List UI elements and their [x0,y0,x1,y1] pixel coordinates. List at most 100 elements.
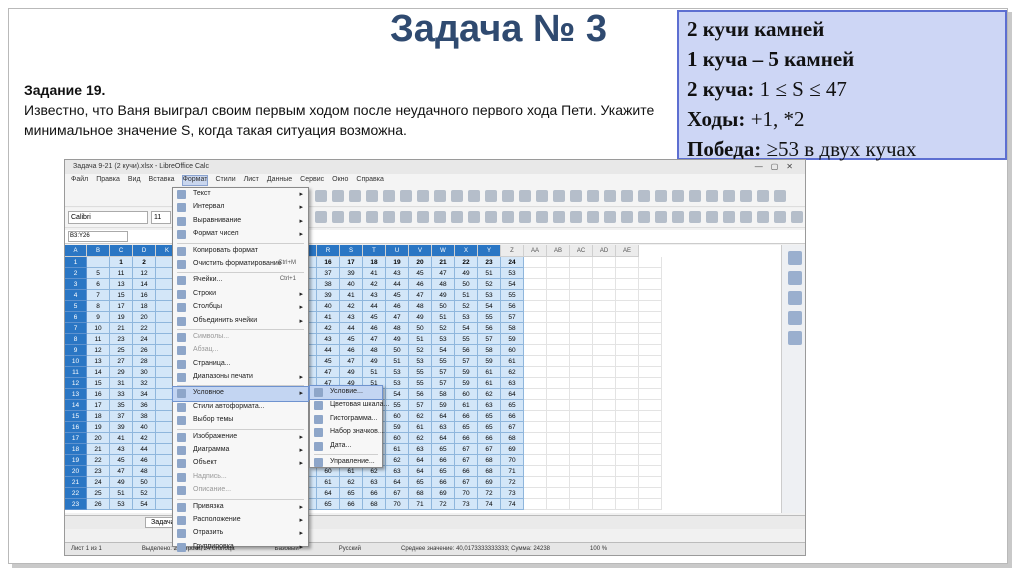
table-cell[interactable]: 24 [87,477,110,488]
table-cell[interactable]: 57 [432,367,455,378]
table-cell[interactable] [570,400,593,411]
table-cell[interactable]: 7 [87,290,110,301]
toolbar-button-icon[interactable] [366,211,378,223]
table-cell[interactable]: 45 [340,334,363,345]
table-cell[interactable]: 50 [432,301,455,312]
table-cell[interactable] [639,488,662,499]
table-cell[interactable]: 53 [501,268,524,279]
table-cell[interactable] [524,389,547,400]
table-cell[interactable] [639,466,662,477]
table-cell[interactable] [616,422,639,433]
table-cell[interactable]: 71 [501,466,524,477]
format-menu-item[interactable]: Описание... [173,484,308,497]
column-header[interactable]: AB [547,245,570,257]
row-header[interactable]: 3 [65,279,87,290]
table-cell[interactable] [616,389,639,400]
table-cell[interactable] [524,411,547,422]
format-menu-item[interactable]: Расположение ▸ [173,514,308,527]
table-cell[interactable] [616,356,639,367]
table-cell[interactable]: 62 [501,367,524,378]
conditional-menu-item[interactable]: Условие... [309,384,383,401]
format-menu-item[interactable]: Абзац... [173,344,308,357]
table-cell[interactable]: 67 [501,422,524,433]
toolbar-button-icon[interactable] [757,190,769,202]
table-cell[interactable]: 6 [87,279,110,290]
table-cell[interactable]: 55 [501,290,524,301]
table-cell[interactable]: 45 [363,312,386,323]
table-cell[interactable]: 48 [386,323,409,334]
table-cell[interactable]: 61 [478,378,501,389]
table-cell[interactable]: 53 [455,312,478,323]
table-cell[interactable] [570,279,593,290]
table-cell[interactable] [593,345,616,356]
toolbar-button-icon[interactable] [570,190,582,202]
table-cell[interactable]: 12 [133,268,156,279]
table-cell[interactable]: 51 [110,488,133,499]
conditional-menu-item[interactable]: Управление... [310,456,382,469]
table-cell[interactable]: 56 [455,345,478,356]
table-cell[interactable]: 27 [110,356,133,367]
table-cell[interactable]: 66 [455,411,478,422]
table-cell[interactable]: 66 [501,411,524,422]
table-cell[interactable]: 15 [87,378,110,389]
table-cell[interactable] [639,301,662,312]
table-cell[interactable]: 47 [110,466,133,477]
toolbar-button-icon[interactable] [723,211,735,223]
table-cell[interactable]: 44 [133,444,156,455]
table-cell[interactable] [593,356,616,367]
menu-9[interactable]: Окно [332,176,348,185]
row-header[interactable]: 14 [65,400,87,411]
table-cell[interactable]: 61 [455,400,478,411]
table-cell[interactable] [570,334,593,345]
table-cell[interactable]: 19 [87,422,110,433]
table-cell[interactable]: 49 [386,334,409,345]
format-menu-item[interactable]: Копировать формат [173,245,308,258]
table-cell[interactable] [616,323,639,334]
table-cell[interactable] [547,400,570,411]
table-cell[interactable]: 43 [386,268,409,279]
format-menu-item[interactable]: Условное ▸ [172,386,309,402]
table-cell[interactable] [570,444,593,455]
column-header[interactable]: T [363,245,386,257]
table-cell[interactable]: 59 [455,378,478,389]
table-cell[interactable] [570,378,593,389]
table-cell[interactable]: 68 [478,455,501,466]
table-cell[interactable] [547,301,570,312]
table-cell[interactable] [570,466,593,477]
table-cell[interactable]: 69 [478,477,501,488]
toolbar-button-icon[interactable] [349,211,361,223]
menu-3[interactable]: Вставка [149,176,175,185]
table-cell[interactable]: 60 [501,345,524,356]
table-cell[interactable]: 73 [455,499,478,510]
menu-8[interactable]: Сервис [300,176,324,185]
format-menu-item[interactable]: Выбор темы [173,414,308,427]
toolbar-button-icon[interactable] [536,190,548,202]
table-cell[interactable] [524,455,547,466]
row-header[interactable]: 2 [65,268,87,279]
table-cell[interactable]: 64 [432,433,455,444]
table-cell[interactable]: 16 [317,257,340,268]
row-header[interactable]: 19 [65,455,87,466]
toolbar-button-icon[interactable] [417,211,429,223]
table-cell[interactable]: 73 [501,488,524,499]
table-cell[interactable]: 69 [501,444,524,455]
table-cell[interactable] [570,345,593,356]
toolbar-button-icon[interactable] [451,211,463,223]
table-cell[interactable]: 49 [432,290,455,301]
table-cell[interactable]: 54 [455,323,478,334]
toolbar-button-icon[interactable] [400,211,412,223]
table-cell[interactable] [616,268,639,279]
table-cell[interactable] [547,477,570,488]
table-cell[interactable]: 46 [409,279,432,290]
table-cell[interactable] [593,257,616,268]
table-cell[interactable]: 53 [409,356,432,367]
table-cell[interactable]: 1 [110,257,133,268]
table-cell[interactable]: 49 [340,367,363,378]
table-cell[interactable]: 41 [317,312,340,323]
table-cell[interactable]: 65 [340,488,363,499]
table-cell[interactable] [639,389,662,400]
table-cell[interactable]: 45 [317,356,340,367]
table-cell[interactable] [639,378,662,389]
navigator-icon[interactable] [787,311,802,325]
table-cell[interactable] [593,488,616,499]
